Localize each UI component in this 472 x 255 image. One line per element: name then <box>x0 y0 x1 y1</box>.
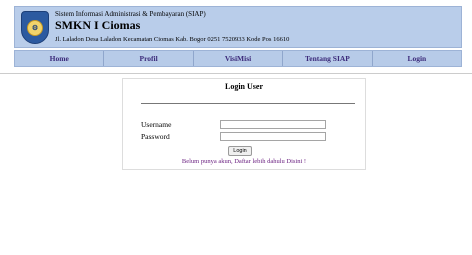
site-header: ⚙ Sistem Informasi Administrasi & Pembay… <box>14 6 462 48</box>
nav-item-visimisi[interactable]: VisiMisi <box>194 51 284 66</box>
password-label: Password <box>141 132 170 141</box>
school-name: SMKN I Ciomas <box>55 18 141 32</box>
login-button[interactable]: Login <box>228 146 252 156</box>
password-input[interactable] <box>220 132 326 141</box>
nav-item-tentang-siap[interactable]: Tentang SIAP <box>283 51 373 66</box>
username-label: Username <box>141 120 172 129</box>
nav-item-login[interactable]: Login <box>373 51 461 66</box>
content-divider <box>0 73 472 74</box>
school-address: Jl. Laladon Desa Laladon Kecamatan Cioma… <box>55 36 290 43</box>
nav-item-home[interactable]: Home <box>15 51 105 66</box>
nav-item-profil[interactable]: Profil <box>104 51 194 66</box>
username-input[interactable] <box>220 120 326 129</box>
login-title: Login User <box>225 82 263 91</box>
header-subtitle: Sistem Informasi Administrasi & Pembayar… <box>55 10 206 18</box>
main-nav: Home Profil VisiMisi Tentang SIAP Login <box>14 50 462 67</box>
register-link[interactable]: Belum punya akun, Daftar lebih dahulu Di… <box>123 158 365 165</box>
login-form: Login User Username Password Login Belum… <box>122 78 366 170</box>
login-divider <box>141 103 355 104</box>
crest-emblem: ⚙ <box>27 19 43 36</box>
school-crest-icon: ⚙ <box>21 11 49 44</box>
